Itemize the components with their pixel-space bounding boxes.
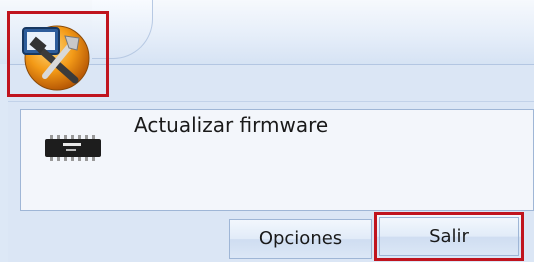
exit-button[interactable]: Salir: [374, 212, 524, 261]
menu-item-label: Actualizar firmware: [134, 113, 329, 137]
tools-icon: [19, 20, 91, 92]
menu-item-actualizar-firmware[interactable]: Actualizar firmware: [20, 109, 534, 211]
options-button[interactable]: Opciones: [229, 219, 372, 259]
menu-separator: [8, 101, 534, 102]
chip-icon: [44, 135, 104, 165]
application-button[interactable]: [7, 11, 109, 97]
exit-button-label: Salir: [429, 226, 469, 247]
